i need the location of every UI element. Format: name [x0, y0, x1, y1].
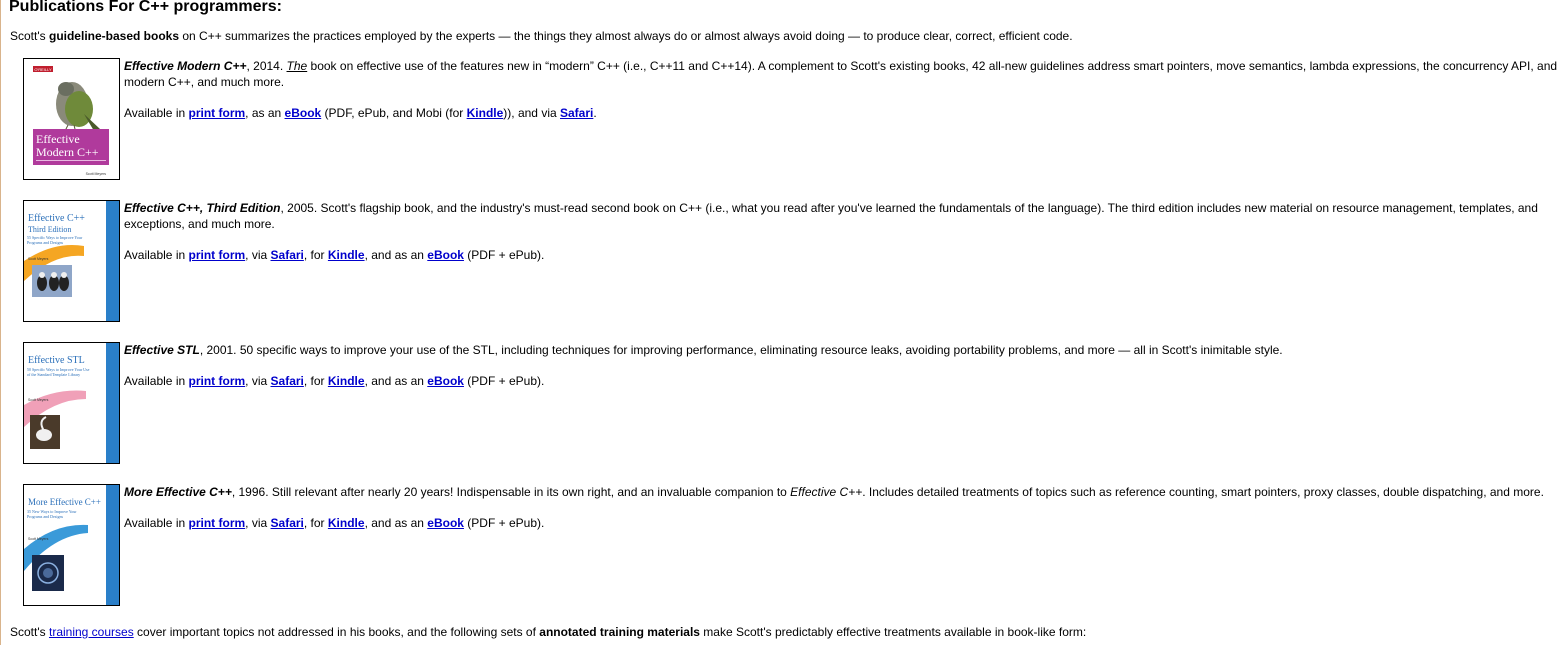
- book-desc-text: 50 specific ways to improve your use of …: [239, 343, 1283, 357]
- training-paragraph: Scott's training courses cover important…: [10, 625, 1087, 639]
- book-description: Effective C++, Third Edition, 2005. Scot…: [124, 200, 1560, 232]
- intro-paragraph: Scott's guideline-based books on C++ sum…: [10, 29, 1073, 43]
- cover-title-line1: Effective: [36, 132, 80, 146]
- ebook-link[interactable]: eBook: [427, 374, 464, 388]
- page-title: Publications For C++ programmers:: [9, 0, 282, 15]
- safari-link[interactable]: Safari: [271, 516, 304, 530]
- cover-author: Scott Meyers: [86, 172, 107, 176]
- training-courses-link[interactable]: training courses: [49, 625, 134, 639]
- book-cover-effective-stl[interactable]: Effective STL 50 Specific Ways to Improv…: [23, 342, 120, 464]
- book-year: , 2005.: [280, 201, 321, 215]
- book-year: , 2001.: [199, 343, 240, 357]
- book-cover-effective-cpp[interactable]: Effective C++ Third Edition 55 Specific …: [23, 200, 120, 322]
- book-title: Effective Modern C++: [124, 59, 247, 73]
- cover-title-line2: Modern C++: [36, 145, 99, 159]
- cover-author: Scott Meyers: [28, 398, 49, 402]
- safari-link[interactable]: Safari: [271, 374, 304, 388]
- book-desc-text-2: exceptions, and much more.: [124, 217, 275, 231]
- kindle-link[interactable]: Kindle: [467, 106, 504, 120]
- cover-title-line1: Effective C++: [28, 213, 85, 224]
- safari-link[interactable]: Safari: [560, 106, 593, 120]
- cover-title-line1: Effective STL: [28, 355, 85, 366]
- ebook-link[interactable]: eBook: [427, 516, 464, 530]
- book-description: Effective Modern C++, 2014. The book on …: [124, 58, 1560, 90]
- book-year: , 1996.: [231, 485, 272, 499]
- the-link[interactable]: The: [287, 59, 308, 73]
- cover-author: Scott Meyers: [28, 537, 49, 541]
- book-desc-text-b: . Includes detailed treatments of topics…: [862, 485, 1544, 499]
- cover-title-line1: More Effective C++: [28, 497, 101, 507]
- book-desc-emphasis: Effective C++: [790, 485, 863, 499]
- availability-line: Available in print form, as an eBook (PD…: [124, 106, 597, 120]
- book-title: More Effective C++: [124, 485, 232, 499]
- book-cover-more-effective-cpp[interactable]: More Effective C++ 35 New Ways to Improv…: [23, 484, 120, 606]
- print-form-link[interactable]: print form: [189, 516, 246, 530]
- ebook-link[interactable]: eBook: [285, 106, 322, 120]
- kindle-link[interactable]: Kindle: [328, 248, 365, 262]
- book-more-effective-cpp: More Effective C++ 35 New Ways to Improv…: [23, 484, 1560, 606]
- cover-author: Scott Meyers: [28, 257, 49, 261]
- intro-bold: guideline-based books: [48, 29, 180, 43]
- cover-publisher: O'REILLY: [34, 67, 52, 72]
- availability-line: Available in print form, via Safari, for…: [124, 374, 545, 388]
- book-title: Effective C++, Third Edition: [124, 201, 281, 215]
- footer-bold: annotated training materials: [539, 625, 700, 639]
- book-desc-text: Scott's flagship book, and the industry'…: [320, 201, 1538, 215]
- intro-prefix: Scott's: [10, 29, 49, 43]
- book-cover-effective-modern-cpp[interactable]: O'REILLY Effective Modern C++ Scott Meye…: [23, 58, 120, 180]
- kindle-link[interactable]: Kindle: [328, 374, 365, 388]
- book-effective-modern-cpp: O'REILLY Effective Modern C++ Scott Meye…: [23, 58, 1560, 180]
- cover-title-line2: Third Edition: [28, 225, 71, 234]
- safari-link[interactable]: Safari: [271, 248, 304, 262]
- book-effective-cpp-third-edition: Effective C++ Third Edition 55 Specific …: [23, 200, 1560, 322]
- print-form-link[interactable]: print form: [189, 248, 246, 262]
- page-left-border: [0, 0, 1, 645]
- book-effective-stl: Effective STL 50 Specific Ways to Improv…: [23, 342, 1560, 464]
- book-desc-text: book on effective use of the features ne…: [307, 59, 1560, 73]
- availability-line: Available in print form, via Safari, for…: [124, 516, 545, 530]
- book-title: Effective STL: [124, 343, 200, 357]
- print-form-link[interactable]: print form: [189, 106, 246, 120]
- book-description: More Effective C++, 1996. Still relevant…: [124, 484, 1560, 500]
- book-desc-text-2: modern C++, and much more.: [124, 75, 285, 89]
- book-desc-text: Still relevant after nearly 20 years! In…: [271, 485, 791, 499]
- kindle-link[interactable]: Kindle: [328, 516, 365, 530]
- book-year: , 2014.: [246, 59, 287, 73]
- book-description: Effective STL, 2001. 50 specific ways to…: [124, 342, 1560, 358]
- print-form-link[interactable]: print form: [189, 374, 246, 388]
- cover-subtitle: 55 Specific Ways to Improve Your Program…: [27, 235, 83, 245]
- cover-subtitle: 35 New Ways to Improve Your Programs and…: [27, 509, 77, 519]
- intro-suffix: on C++ summarizes the practices employed…: [179, 29, 1073, 43]
- ebook-link[interactable]: eBook: [427, 248, 464, 262]
- cover-subtitle: 50 Specific Ways to Improve Your Use of …: [27, 367, 90, 377]
- availability-line: Available in print form, via Safari, for…: [124, 248, 545, 262]
